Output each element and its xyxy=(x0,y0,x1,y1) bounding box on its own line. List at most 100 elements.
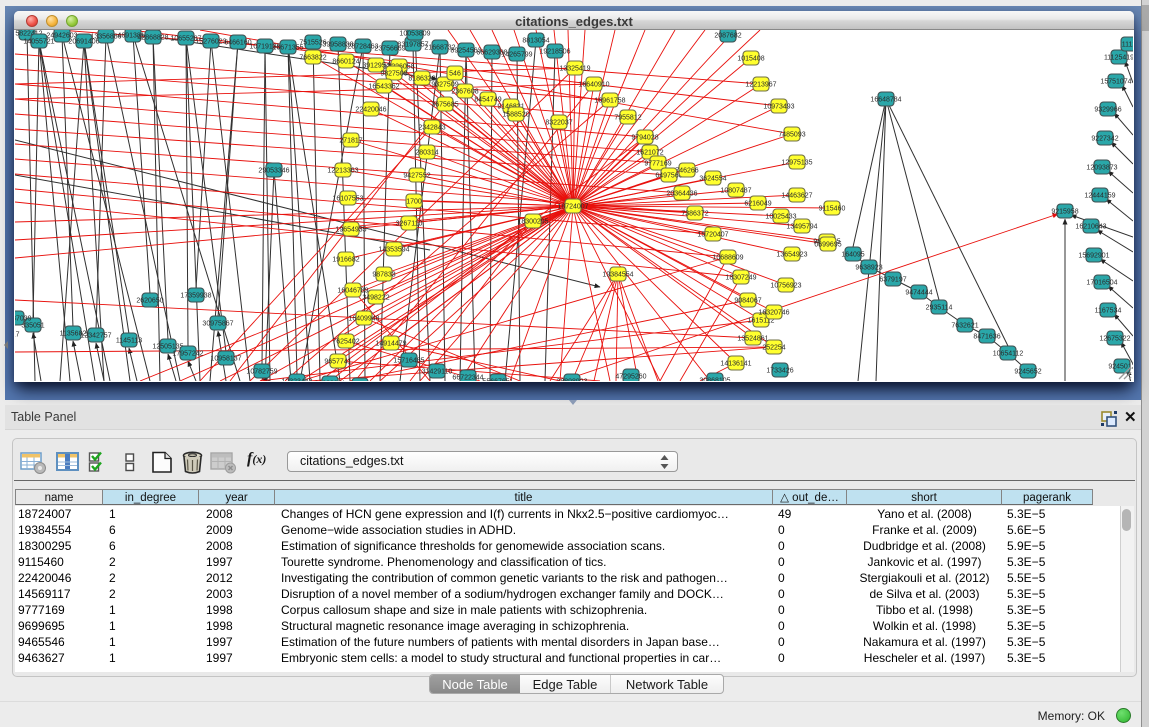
svg-text:17016504: 17016504 xyxy=(1086,280,1117,287)
svg-text:18300295: 18300295 xyxy=(517,219,548,226)
svg-text:3624554: 3624554 xyxy=(699,176,726,183)
svg-text:14265799: 14265799 xyxy=(501,52,532,59)
svg-text:1167534: 1167534 xyxy=(1095,308,1122,315)
svg-text:12975135: 12975135 xyxy=(781,160,812,167)
svg-text:16107553: 16107553 xyxy=(332,196,363,203)
svg-text:1145113: 1145113 xyxy=(116,338,142,345)
svg-text:8454749: 8454749 xyxy=(474,97,501,104)
svg-text:18724007: 18724007 xyxy=(557,204,588,211)
svg-text:12323448: 12323448 xyxy=(281,379,312,382)
svg-text:2367608: 2367608 xyxy=(451,89,478,96)
svg-text:8471636: 8471636 xyxy=(973,334,1000,341)
svg-text:42868828: 42868828 xyxy=(137,35,168,42)
svg-text:16648784: 16648784 xyxy=(870,97,901,104)
svg-text:19654935: 19654935 xyxy=(335,227,366,234)
svg-text:3267110: 3267110 xyxy=(396,221,423,228)
svg-text:10782759: 10782759 xyxy=(246,369,277,376)
svg-text:2342843: 2342843 xyxy=(418,125,445,132)
svg-text:66722344: 66722344 xyxy=(452,375,483,382)
svg-text:7485093: 7485093 xyxy=(778,132,805,139)
svg-text:16961758: 16961758 xyxy=(594,98,625,105)
svg-text:9227342: 9227342 xyxy=(1091,136,1118,143)
svg-text:16046789: 16046789 xyxy=(337,288,368,295)
svg-text:7386372: 7386372 xyxy=(681,211,708,218)
svg-text:38898923: 38898923 xyxy=(556,379,587,382)
svg-text:10958137: 10958137 xyxy=(210,356,241,363)
svg-text:0699695: 0699695 xyxy=(814,242,841,249)
svg-text:11125419: 11125419 xyxy=(1104,55,1133,62)
svg-text:9638923: 9638923 xyxy=(855,265,882,272)
svg-text:6216049: 6216049 xyxy=(744,201,771,208)
svg-text:7625402: 7625402 xyxy=(332,339,359,346)
svg-text:12444159: 12444159 xyxy=(1084,193,1115,200)
svg-text:13654923: 13654923 xyxy=(776,252,807,259)
svg-text:987833: 987833 xyxy=(372,272,395,279)
svg-text:6466160: 6466160 xyxy=(224,40,251,47)
svg-text:14055721: 14055721 xyxy=(23,39,54,46)
svg-text:70291817: 70291817 xyxy=(15,332,20,339)
svg-text:12213363: 12213363 xyxy=(327,168,358,175)
svg-text:22420046: 22420046 xyxy=(355,107,386,114)
svg-text:7955812: 7955812 xyxy=(614,115,641,122)
svg-text:39587039: 39587039 xyxy=(15,316,32,323)
svg-text:18307249: 18307249 xyxy=(725,275,756,282)
svg-text:3498222: 3498222 xyxy=(362,295,389,302)
svg-text:12505135: 12505135 xyxy=(152,344,183,351)
svg-text:1112: 1112 xyxy=(1122,42,1133,49)
svg-text:14136141: 14136141 xyxy=(720,361,751,368)
svg-text:15276023: 15276023 xyxy=(195,39,226,46)
svg-text:8322037: 8322037 xyxy=(545,120,572,127)
svg-text:1733426: 1733426 xyxy=(766,368,793,375)
svg-text:9474444: 9474444 xyxy=(905,290,932,297)
svg-text:89089901: 89089901 xyxy=(314,381,345,382)
svg-text:29053346: 29053346 xyxy=(258,168,289,175)
svg-text:746266: 746266 xyxy=(675,168,698,175)
svg-text:9777169: 9777169 xyxy=(644,161,671,168)
svg-text:14914479: 14914479 xyxy=(375,341,406,348)
svg-text:13524861: 13524861 xyxy=(737,336,768,343)
svg-text:1015408: 1015408 xyxy=(737,56,764,63)
svg-text:16543362: 16543362 xyxy=(368,84,399,91)
svg-text:14463627: 14463627 xyxy=(781,193,812,200)
svg-text:30868105: 30868105 xyxy=(699,378,730,382)
svg-text:6379197: 6379197 xyxy=(879,277,906,284)
svg-text:31429110: 31429110 xyxy=(422,369,453,376)
svg-text:17359938: 17359938 xyxy=(180,293,211,300)
svg-text:546: 546 xyxy=(449,71,461,78)
svg-text:164095: 164095 xyxy=(841,252,864,259)
svg-text:9215958: 9215958 xyxy=(1051,209,1078,216)
svg-text:47295260: 47295260 xyxy=(615,374,646,381)
svg-text:10973493: 10973493 xyxy=(763,104,794,111)
svg-text:9327509: 9327509 xyxy=(431,82,458,89)
svg-text:15716485: 15716485 xyxy=(393,358,424,365)
svg-text:271817: 271817 xyxy=(339,138,362,145)
svg-text:8660124: 8660124 xyxy=(332,59,359,66)
svg-text:9115460: 9115460 xyxy=(819,206,846,213)
svg-text:9084067: 9084067 xyxy=(734,298,761,305)
svg-text:3675685: 3675685 xyxy=(431,102,458,109)
svg-text:12675322: 12675322 xyxy=(1099,336,1130,343)
svg-text:19384554: 19384554 xyxy=(602,272,633,279)
svg-text:16409948: 16409948 xyxy=(348,316,379,323)
svg-text:16210643: 16210643 xyxy=(1075,224,1106,231)
svg-text:8813054: 8813054 xyxy=(522,38,549,45)
svg-text:1588520: 1588520 xyxy=(502,112,529,119)
svg-text:55667651: 55667651 xyxy=(482,379,513,382)
svg-text:10654112: 10654112 xyxy=(993,351,1024,358)
svg-text:1700: 1700 xyxy=(406,199,422,206)
svg-text:280314: 280314 xyxy=(415,150,438,157)
svg-text:9329966: 9329966 xyxy=(1094,107,1121,114)
svg-text:13495794: 13495794 xyxy=(786,224,817,231)
svg-text:14353594: 14353594 xyxy=(378,247,409,254)
svg-text:19218506: 19218506 xyxy=(539,49,570,56)
svg-text:9657741: 9657741 xyxy=(324,359,351,366)
svg-text:2620650: 2620650 xyxy=(136,298,163,305)
svg-text:9245652: 9245652 xyxy=(1014,369,1041,376)
svg-text:12093873: 12093873 xyxy=(1086,165,1117,172)
svg-text:12342757: 12342757 xyxy=(80,333,111,340)
svg-text:10688609: 10688609 xyxy=(712,255,743,262)
svg-text:10756923: 10756923 xyxy=(770,283,801,290)
svg-text:9827509: 9827509 xyxy=(380,71,407,78)
svg-text:10053809: 10053809 xyxy=(399,31,430,38)
svg-text:15692901: 15692901 xyxy=(1078,253,1109,260)
